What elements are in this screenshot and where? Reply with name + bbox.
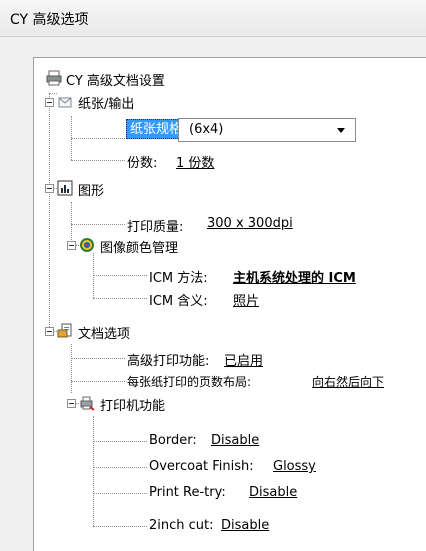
advanced-printing-value[interactable]: 已启用: [224, 350, 263, 369]
border-value[interactable]: Disable: [211, 433, 259, 448]
paper-output-label: 纸张/输出: [78, 97, 135, 112]
tree-item-icm-method[interactable]: ICM 方法: 主机系统处理的 ICM: [149, 264, 419, 286]
border-label: Border:: [149, 433, 197, 448]
copies-value[interactable]: 1 份数: [176, 152, 214, 171]
tree-item-2inch-cut[interactable]: 2inch cut: Disable: [149, 515, 389, 537]
paper-size-dropdown[interactable]: (6x4): [178, 118, 356, 142]
window-title-bar: CY 高级选项: [0, 0, 426, 37]
expander-document-options[interactable]: [45, 327, 54, 336]
graphics-label: 图形: [78, 184, 105, 199]
color-management-label: 图像颜色管理: [100, 241, 179, 256]
icm-method-value[interactable]: 主机系统处理的 ICM: [233, 267, 356, 286]
pages-per-sheet-layout-label: 每张纸打印的页数布局:: [127, 375, 252, 389]
tree-item-advanced-printing[interactable]: 高级打印功能: 已启用: [127, 347, 387, 369]
tree-item-icm-intent[interactable]: ICM 含义: 照片: [149, 287, 349, 309]
document-options-icon: [57, 323, 72, 338]
paper-output-icon: [58, 97, 72, 108]
paper-size-value: (6x4): [189, 122, 224, 137]
chevron-down-icon[interactable]: [337, 128, 345, 133]
tree-node-paper-output[interactable]: 纸张/输出: [57, 90, 357, 112]
copies-label: 份数:: [127, 156, 158, 171]
window-title: CY 高级选项: [10, 12, 89, 28]
cut-value[interactable]: Disable: [221, 518, 269, 533]
tree-item-pages-per-sheet-layout[interactable]: 每张纸打印的页数布局: 向右然后向下: [127, 370, 426, 392]
graphics-icon: [57, 180, 73, 196]
color-target-icon: [80, 238, 94, 252]
tree-node-document-options[interactable]: 文档选项: [57, 320, 257, 342]
overcoat-label: Overcoat Finish:: [149, 459, 254, 474]
cut-label: 2inch cut:: [149, 518, 214, 533]
expander-paper-output[interactable]: [45, 98, 54, 107]
icm-intent-value[interactable]: 照片: [233, 290, 259, 309]
tree-node-printer-features[interactable]: 打印机功能: [79, 392, 279, 414]
retry-label: Print Re-try:: [149, 485, 226, 500]
printer-features-label: 打印机功能: [100, 399, 166, 414]
tree-item-border[interactable]: Border: Disable: [149, 430, 349, 452]
document-options-label: 文档选项: [78, 327, 131, 342]
tree-node-color-management[interactable]: 图像颜色管理: [79, 234, 339, 256]
retry-value[interactable]: Disable: [249, 485, 297, 500]
expander-printer-features[interactable]: [67, 399, 76, 408]
advanced-printing-label: 高级打印功能:: [127, 354, 210, 369]
pages-per-sheet-layout-value[interactable]: 向右然后向下: [312, 373, 384, 390]
tree-item-print-quality[interactable]: 打印质量: 300 x 300dpi: [127, 213, 387, 235]
tree-root-label: CY 高级文档设置: [66, 74, 165, 89]
expander-graphics[interactable]: [45, 184, 54, 193]
tree-item-copies[interactable]: 份数: 1 份数: [127, 149, 327, 171]
print-quality-label: 打印质量:: [127, 220, 184, 235]
printer-features-icon: [80, 396, 95, 411]
tree-root[interactable]: CY 高级文档设置: [46, 67, 346, 89]
icm-intent-label: ICM 含义:: [149, 294, 208, 309]
print-quality-value[interactable]: 300 x 300dpi: [207, 216, 293, 231]
printer-icon: [46, 70, 62, 86]
tree-item-print-retry[interactable]: Print Re-try: Disable: [149, 482, 389, 504]
tree-item-overcoat-finish[interactable]: Overcoat Finish: Glossy: [149, 456, 389, 478]
expander-color-management[interactable]: [67, 241, 76, 250]
tree-node-graphics[interactable]: 图形: [57, 177, 257, 199]
icm-method-label: ICM 方法:: [149, 271, 208, 286]
overcoat-value[interactable]: Glossy: [273, 459, 316, 474]
